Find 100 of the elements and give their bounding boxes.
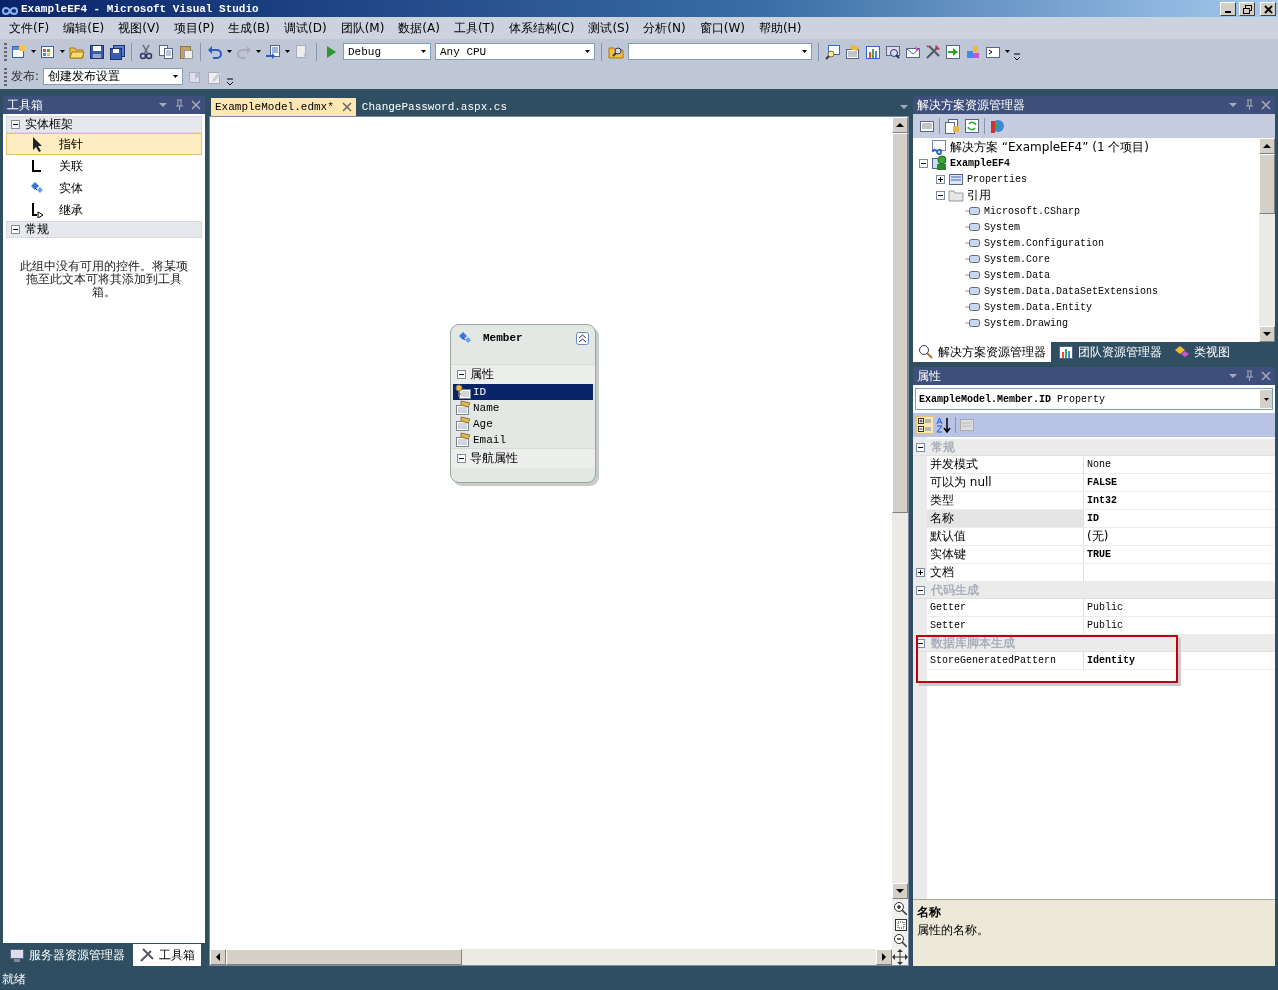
property-name[interactable]: 默认值	[927, 528, 1084, 545]
alphabetical-icon[interactable]	[936, 417, 952, 433]
categorized-icon[interactable]	[917, 417, 933, 433]
tree-item[interactable]: ExampleEF4	[950, 157, 1010, 169]
property-name[interactable]: 文档	[927, 564, 1084, 581]
toolbox-item[interactable]: 指针	[6, 133, 202, 155]
menu-item[interactable]: 窗口(W)	[692, 17, 752, 39]
caret-icon[interactable]	[256, 50, 261, 53]
restore-button[interactable]	[1239, 1, 1255, 16]
tree-item[interactable]: System.Drawing	[984, 317, 1068, 329]
tree-item[interactable]: System.Data	[984, 269, 1050, 281]
tree-item[interactable]: Microsoft.CSharp	[984, 205, 1080, 217]
expander-icon[interactable]	[919, 158, 928, 168]
toolbar-grip[interactable]	[4, 42, 7, 61]
collapse-button[interactable]	[576, 331, 589, 345]
property-value[interactable]: Int32	[1084, 492, 1275, 509]
property-value[interactable]: TRUE	[1084, 546, 1275, 563]
tree-item[interactable]: System	[984, 221, 1020, 233]
menu-item[interactable]: 体系结构(C)	[501, 17, 582, 39]
overflow-icon[interactable]	[1014, 52, 1020, 61]
panel-tab[interactable]: 工具箱	[133, 944, 201, 966]
configuration-dropdown[interactable]: Debug	[343, 43, 431, 60]
expander-icon[interactable]	[936, 174, 945, 184]
menu-item[interactable]: 调试(D)	[277, 17, 334, 39]
tree-item[interactable]: System.Data.DataSetExtensions	[984, 285, 1159, 297]
dropdown-icon[interactable]	[1228, 371, 1238, 381]
scroll-up-button[interactable]	[892, 117, 908, 133]
group-header[interactable]: 常规	[6, 221, 202, 238]
panel-tab[interactable]: 服务器资源管理器	[3, 944, 131, 966]
pin-icon[interactable]	[1244, 99, 1255, 111]
close-button[interactable]	[1260, 1, 1276, 16]
property-value[interactable]: (无)	[1084, 528, 1275, 545]
overflow-icon[interactable]	[227, 77, 234, 86]
expander-icon[interactable]	[916, 442, 925, 452]
panel-tab[interactable]: 类视图	[1169, 342, 1235, 362]
minimize-button[interactable]	[1220, 1, 1236, 16]
property-name[interactable]: StoreGeneratedPattern	[927, 652, 1084, 669]
toolbox-item[interactable]: 实体	[6, 177, 202, 199]
zoom-out-icon[interactable]	[893, 933, 907, 947]
new-project-icon[interactable]	[11, 43, 27, 60]
menu-item[interactable]: 数据(A)	[391, 17, 447, 39]
property-value[interactable]: None	[1084, 456, 1275, 473]
window-search-icon[interactable]	[825, 43, 841, 60]
scrollbar-thumb[interactable]	[1259, 154, 1275, 214]
caret-icon[interactable]	[227, 50, 232, 53]
tree-item[interactable]: 引用	[967, 186, 991, 204]
expander-icon[interactable]	[936, 190, 945, 200]
toolbar-grip[interactable]	[4, 67, 7, 86]
caret-icon[interactable]	[60, 50, 65, 53]
property-name[interactable]: 可以为 null	[927, 474, 1084, 491]
entity-property[interactable]: Email	[453, 432, 593, 448]
object-selector[interactable]: ExampleModel.Member.ID Property	[915, 388, 1273, 410]
menu-item[interactable]: 生成(B)	[221, 17, 277, 39]
scroll-left-button[interactable]	[210, 949, 226, 965]
property-value[interactable]: Identity	[1084, 652, 1275, 669]
menu-item[interactable]: 帮助(H)	[751, 17, 809, 39]
menu-item[interactable]: 分析(N)	[636, 17, 693, 39]
expander-icon[interactable]	[915, 568, 925, 577]
tree-item[interactable]: System.Core	[984, 253, 1050, 265]
scroll-up-button[interactable]	[1259, 138, 1275, 154]
entity-property[interactable]: ID	[453, 384, 593, 400]
publish-dropdown[interactable]: 创建发布设置	[43, 68, 184, 85]
property-name[interactable]: 类型	[927, 492, 1084, 509]
toolbox-item[interactable]: 继承	[6, 199, 202, 221]
dropdown-icon[interactable]	[158, 100, 168, 110]
entity-shape[interactable]: Member 属性 ID Name Age Email 导航属性	[450, 324, 596, 483]
platform-dropdown[interactable]: Any CPU	[435, 43, 595, 60]
entity-property[interactable]: Name	[453, 400, 593, 416]
envelope-icon[interactable]	[905, 43, 921, 60]
dropdown-icon[interactable]	[1228, 100, 1238, 110]
chart-icon[interactable]	[865, 43, 881, 60]
caret-icon[interactable]	[285, 50, 290, 53]
pin-icon[interactable]	[1244, 370, 1255, 382]
tree-item[interactable]: System.Data.Entity	[984, 301, 1093, 313]
paste-icon[interactable]	[178, 43, 194, 60]
group-header[interactable]: 实体框架	[6, 116, 202, 133]
zoom-fit-icon[interactable]	[893, 917, 907, 931]
tree-item[interactable]: 解决方案 “ExampleEF4” (1 个项目)	[950, 138, 1150, 156]
property-value[interactable]: ID	[1084, 510, 1275, 527]
property-value[interactable]: Public	[1084, 599, 1275, 616]
vertical-scrollbar[interactable]	[892, 133, 908, 883]
caret-icon[interactable]	[31, 50, 36, 53]
scroll-down-button[interactable]	[1259, 326, 1275, 342]
tree-item[interactable]: Properties	[967, 173, 1027, 185]
menu-item[interactable]: 文件(F)	[2, 17, 57, 39]
document-arrow-icon[interactable]	[265, 43, 281, 60]
document-tab[interactable]: ExampleModel.edmx*	[211, 98, 356, 116]
caret-icon[interactable]	[1005, 50, 1010, 53]
cut-icon[interactable]	[138, 43, 154, 60]
property-value[interactable]: FALSE	[1084, 474, 1275, 491]
copy-icon[interactable]	[158, 43, 174, 60]
add-item-icon[interactable]	[40, 43, 56, 60]
expander-icon[interactable]	[916, 638, 925, 648]
refresh-icon[interactable]	[964, 118, 980, 134]
tools-icon[interactable]	[925, 43, 941, 60]
tree-item[interactable]: System.Configuration	[984, 237, 1105, 249]
menu-item[interactable]: 项目(P)	[166, 17, 222, 39]
document-tab[interactable]: ChangePassword.aspx.cs	[357, 98, 512, 116]
close-icon[interactable]	[191, 100, 201, 110]
panel-tab[interactable]: 团队资源管理器	[1053, 342, 1167, 362]
